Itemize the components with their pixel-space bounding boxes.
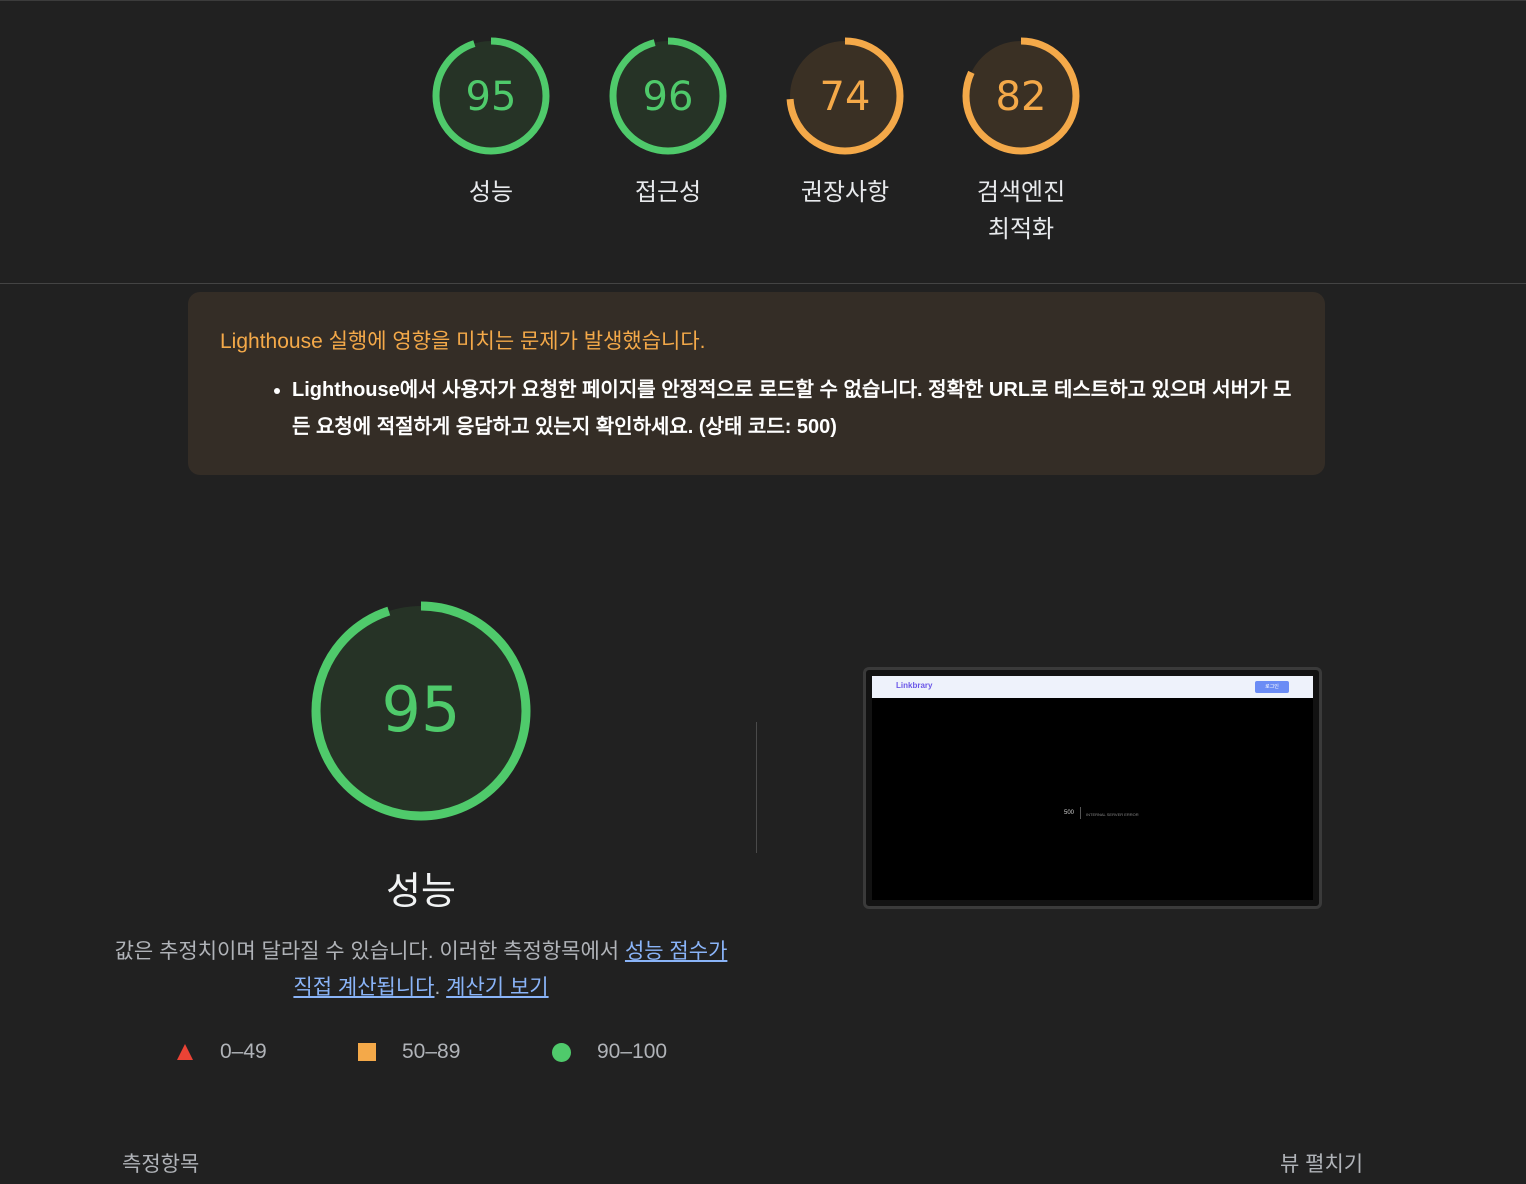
screenshot-viewport: Linkbrary 로그인 500 INTERNAL SERVER ERROR — [872, 676, 1313, 900]
triangle-icon — [177, 1044, 193, 1060]
vertical-divider — [756, 722, 757, 853]
warning-title: Lighthouse 실행에 영향을 미치는 문제가 발생했습니다. — [220, 330, 706, 353]
gauge-best-practices[interactable]: 74 권장사항 — [765, 36, 925, 211]
screenshot-separator — [1080, 807, 1081, 819]
gauge-label: 권장사항 — [800, 179, 890, 206]
performance-score: 95 — [382, 673, 461, 746]
legend-item-fail: 0–49 — [176, 1040, 267, 1064]
screenshot-header: Linkbrary 로그인 — [872, 676, 1313, 698]
gauge-label-line: 최적화 — [987, 216, 1055, 243]
performance-description: 값은 추정치이며 달라질 수 있습니다. 이러한 측정항목에서 성능 점수가 직… — [110, 934, 732, 1006]
score-gauges-row: 95 성능 96 접근성 74 권장사항 82 검색엔진 최적화 — [0, 0, 1526, 284]
performance-gauge: 95 — [311, 601, 531, 821]
gauge-label: 접근성 — [634, 179, 702, 206]
screenshot-login-button: 로그인 — [1255, 681, 1289, 693]
legend-item-average: 50–89 — [358, 1040, 460, 1064]
performance-title: 성능 — [386, 871, 456, 913]
final-screenshot[interactable]: Linkbrary 로그인 500 INTERNAL SERVER ERROR — [863, 667, 1322, 909]
warning-item: Lighthouse에서 사용자가 요청한 페이지를 안정적으로 로드할 수 없… — [292, 372, 1293, 446]
gauge-score: 74 — [820, 74, 871, 120]
legend-range: 90–100 — [597, 1040, 668, 1063]
description-text: 값은 추정치이며 달라질 수 있습니다. 이러한 측정항목에서 — [114, 940, 625, 963]
gauge-label-line: 검색엔진 — [976, 179, 1066, 206]
circle-icon — [552, 1042, 571, 1062]
gauge-seo[interactable]: 82 검색엔진 최적화 — [941, 36, 1101, 248]
gauge-score: 96 — [643, 74, 694, 120]
gauge-label: 검색엔진 최적화 — [941, 174, 1101, 248]
expand-view-toggle[interactable]: 뷰 펼치기 — [1280, 1148, 1363, 1178]
screenshot-error-code: 500 — [1064, 810, 1075, 816]
calculator-link[interactable]: 계산기 보기 — [446, 976, 548, 999]
gauge-score: 82 — [996, 74, 1047, 120]
description-separator: . — [434, 976, 447, 999]
legend-item-pass: 90–100 — [552, 1040, 667, 1064]
screenshot-error-message: INTERNAL SERVER ERROR — [1086, 812, 1139, 817]
screenshot-logo: Linkbrary — [896, 681, 933, 690]
gauge-ring-icon: 82 — [962, 37, 1080, 155]
gauge-ring-icon: 74 — [786, 37, 904, 155]
legend-range: 50–89 — [402, 1040, 461, 1063]
warning-list: Lighthouse에서 사용자가 요청한 페이지를 안정적으로 로드할 수 없… — [220, 372, 1293, 446]
gauge-label: 성능 — [468, 179, 514, 206]
gauge-score: 95 — [466, 74, 517, 120]
gauge-accessibility[interactable]: 96 접근성 — [588, 36, 748, 211]
gauge-performance[interactable]: 95 성능 — [411, 36, 571, 211]
square-icon — [358, 1043, 376, 1061]
metrics-heading: 측정항목 — [122, 1153, 200, 1176]
legend-range: 0–49 — [220, 1040, 267, 1063]
gauge-ring-icon: 96 — [609, 37, 727, 155]
gauge-ring-icon: 95 — [432, 37, 550, 155]
score-legend: 0–49 50–89 90–100 — [0, 1040, 760, 1070]
runtime-warning: Lighthouse 실행에 영향을 미치는 문제가 발생했습니다. Light… — [188, 292, 1325, 475]
